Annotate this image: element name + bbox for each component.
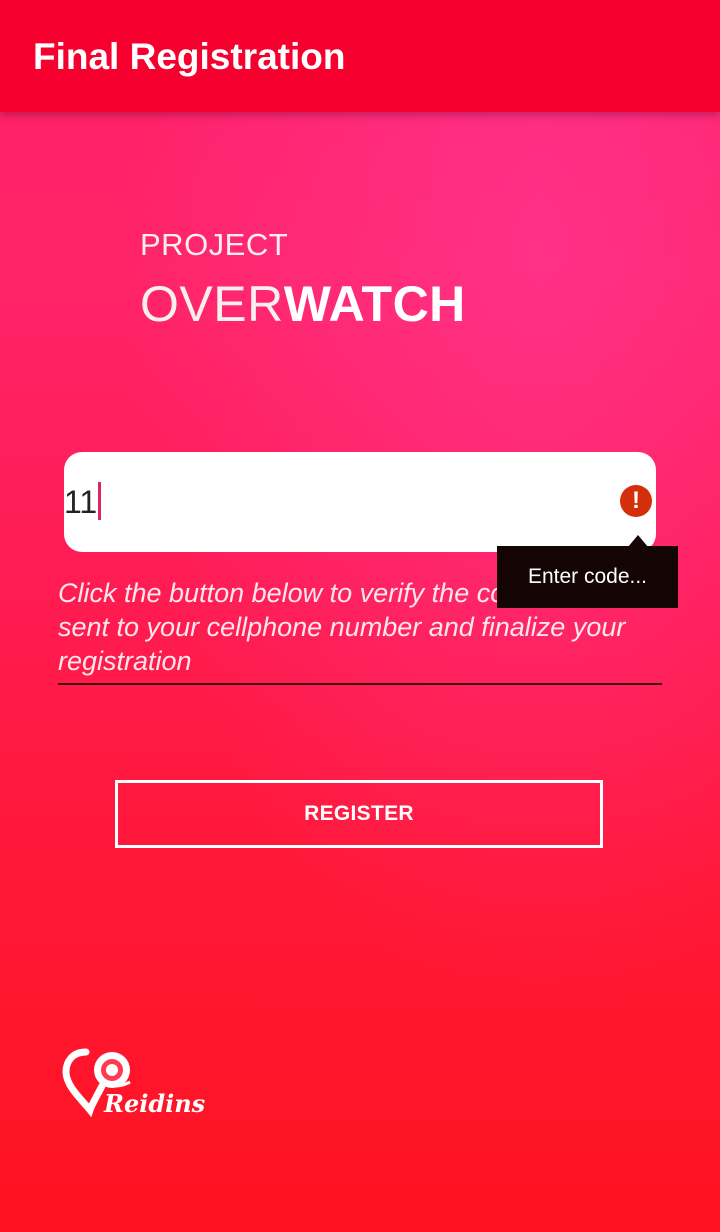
brand-logo: Reidins <box>60 1046 210 1126</box>
logo-line-overwatch: OVERWATCH <box>140 276 466 332</box>
app-bar: Final Registration <box>0 0 720 112</box>
register-button[interactable]: REGISTER <box>115 780 603 848</box>
instructions-divider <box>58 683 662 685</box>
page-title: Final Registration <box>33 36 346 77</box>
brand-wordmark: Reidins <box>103 1089 206 1118</box>
code-input-text: 11 <box>64 484 98 520</box>
error-popup: Enter code... <box>497 546 678 608</box>
logo-over-text: OVER <box>140 276 284 332</box>
code-input-value[interactable]: 11 <box>64 482 102 522</box>
text-cursor <box>98 482 102 520</box>
error-exclamation-icon[interactable]: ! <box>620 485 652 517</box>
location-pin-icon: Reidins <box>62 1048 206 1118</box>
registration-screen: Final Registration PROJECT OVERWATCH 11 … <box>0 0 720 1232</box>
project-overwatch-logo: PROJECT OVERWATCH <box>140 227 466 333</box>
logo-line-project: PROJECT <box>140 227 289 262</box>
logo-watch-text: WATCH <box>283 276 466 332</box>
verification-code-input[interactable]: 11 ! <box>64 452 656 552</box>
